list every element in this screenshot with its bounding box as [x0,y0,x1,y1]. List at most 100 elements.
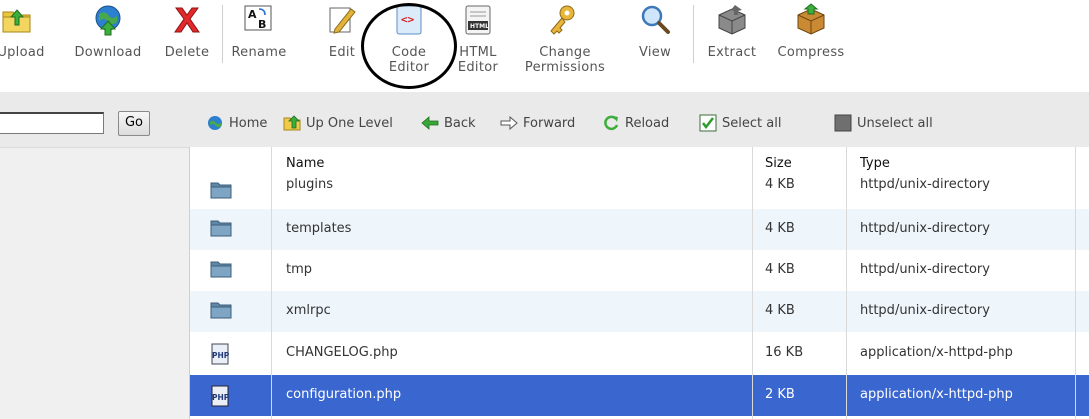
table-row[interactable]: plugins 4 KB httpd/unix-directory [190,177,1089,199]
svg-text:PHP: PHP [212,351,230,360]
forward-label: Forward [523,115,576,131]
navigation-bar: Home Up One Level Back Forward Reload Se… [189,92,1089,148]
forward-link[interactable]: Forward [500,113,575,133]
unselect-all-label: Unselect all [857,115,933,131]
code-editor-label: Code Editor [388,45,430,75]
up-one-level-link[interactable]: Up One Level [283,113,393,133]
file-size: 4 KB [765,177,795,192]
checked-box-icon [699,114,717,132]
toolbar-separator [693,5,694,63]
edit-icon [329,7,356,34]
folder-icon [210,220,232,237]
edit-label: Edit [328,45,356,60]
file-type: httpd/unix-directory [860,177,990,192]
php-file-icon: PHP [211,385,230,407]
column-header-type[interactable]: Type [860,156,890,171]
file-name: configuration.php [286,387,402,402]
table-row[interactable]: templates 4 KB httpd/unix-directory [190,209,1089,250]
php-file-icon: PHP [211,343,230,365]
file-name: tmp [286,262,313,277]
table-header: Name Size Type [190,147,1089,177]
upload-icon [2,9,31,33]
extract-label: Extract [707,45,757,60]
key-icon [550,5,575,35]
html-editor-button[interactable]: HTML HTML Editor [448,0,508,92]
file-type: httpd/unix-directory [860,221,990,236]
reload-label: Reload [625,115,670,131]
rename-label: Rename [231,45,287,60]
folder-icon [210,302,232,319]
unchecked-box-icon [834,114,852,132]
column-divider [271,147,272,419]
download-icon [95,5,121,36]
select-all-label: Select all [722,115,782,131]
compress-label: Compress [777,45,845,60]
html-editor-icon: HTML [465,5,491,35]
view-label: View [638,45,672,60]
back-arrow-icon [421,116,439,130]
file-size: 4 KB [765,303,795,318]
reload-link[interactable]: Reload [602,113,669,133]
up-one-level-label: Up One Level [306,115,393,131]
svg-text:B: B [258,18,266,31]
toolbar-separator [222,5,223,63]
toolbar: Upload Download Delete A B Rename Edit <… [0,0,1089,92]
file-type: application/x-httpd-php [860,345,1013,360]
file-type: application/x-httpd-php [860,387,1013,402]
delete-icon [174,7,200,33]
folder-icon [210,261,232,278]
folder-icon [210,182,232,199]
column-header-name[interactable]: Name [286,156,324,171]
search-input[interactable] [0,112,104,134]
upload-button[interactable]: Upload [0,0,56,92]
delete-button[interactable]: Delete [157,0,217,92]
svg-text:HTML: HTML [470,23,489,30]
view-button[interactable]: View [630,0,680,92]
change-permissions-button[interactable]: Change Permissions [511,0,619,92]
left-pane: Go [0,92,189,419]
select-all-link[interactable]: Select all [699,113,781,133]
download-button[interactable]: Download [66,0,150,92]
extract-icon [718,5,746,35]
extract-button[interactable]: Extract [700,0,764,92]
go-button[interactable]: Go [118,111,150,136]
back-link[interactable]: Back [421,113,476,133]
file-table: Name Size Type plugins 4 KB httpd/unix-d… [189,147,1089,419]
unselect-all-link[interactable]: Unselect all [834,113,933,133]
table-row[interactable]: PHP CHANGELOG.php 16 KB application/x-ht… [190,333,1089,374]
table-row-selected[interactable]: PHP configuration.php 2 KB application/x… [190,375,1089,416]
svg-text:<>: <> [401,13,415,26]
compress-icon [797,3,825,35]
table-row[interactable]: xmlrpc 4 KB httpd/unix-directory [190,291,1089,332]
file-size: 4 KB [765,221,795,236]
home-icon [208,116,222,130]
back-label: Back [444,115,476,131]
edit-button[interactable]: Edit [314,0,370,92]
file-type: httpd/unix-directory [860,303,990,318]
column-header-size[interactable]: Size [765,156,792,171]
table-row[interactable]: tmp 4 KB httpd/unix-directory [190,250,1089,291]
compress-button[interactable]: Compress [769,0,853,92]
file-size: 2 KB [765,387,795,402]
rename-icon: A B [244,5,272,31]
svg-text:PHP: PHP [212,393,230,402]
file-type: httpd/unix-directory [860,262,990,277]
home-link[interactable]: Home [206,113,267,133]
change-permissions-label: Change Permissions [524,45,606,75]
rename-button[interactable]: A B Rename [228,0,290,92]
code-editor-icon: <> [396,5,422,35]
forward-arrow-icon [500,116,518,130]
download-label: Download [74,45,142,60]
column-divider [752,147,753,419]
svg-text:A: A [248,8,257,21]
column-divider [1075,147,1076,419]
reload-icon [604,115,619,131]
file-name: plugins [286,177,333,192]
delete-label: Delete [164,45,210,60]
upload-label: Upload [0,45,45,60]
search-bar: Go [0,92,189,148]
column-divider [846,147,847,419]
file-size: 4 KB [765,262,795,277]
code-editor-button[interactable]: <> Code Editor [375,0,443,92]
home-label: Home [229,115,268,131]
